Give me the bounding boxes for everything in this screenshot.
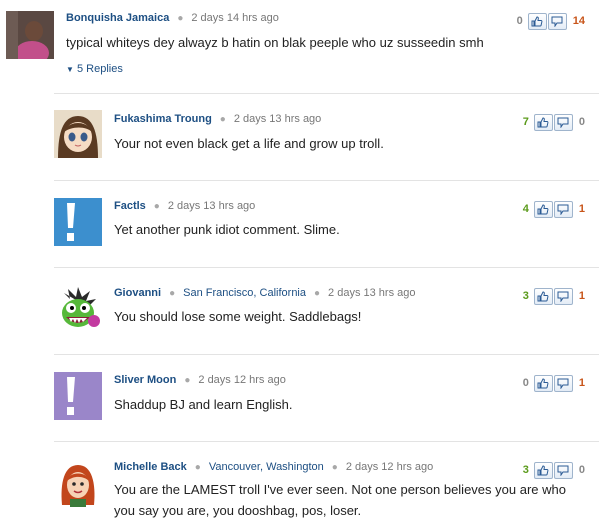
downvote-count: 1 [578, 290, 585, 302]
separator-dot-icon: ● [331, 462, 338, 473]
comment-meta: Sliver Moon ● 2 days 12 hrs ago [114, 374, 286, 386]
thumbs-up-button[interactable] [533, 461, 553, 479]
timestamp: 2 days 13 hrs ago [233, 113, 322, 125]
author-location: San Francisco, California [183, 287, 306, 299]
thumbs-down-button[interactable] [553, 200, 573, 218]
thumbs-down-button[interactable] [547, 12, 567, 30]
thumbs-up-icon [537, 464, 549, 475]
thumbs-down-icon [557, 378, 569, 389]
timestamp: 2 days 12 hrs ago [198, 374, 286, 386]
default-avatar-icon [54, 372, 102, 420]
thumbs-up-icon [537, 290, 549, 301]
author-name[interactable]: Factls [114, 200, 146, 212]
separator-dot-icon: ● [219, 114, 226, 125]
author-location: Vancouver, Washington [208, 461, 324, 473]
timestamp: 2 days 12 hrs ago [345, 461, 434, 473]
thumbs-down-button[interactable] [553, 113, 573, 131]
avatar[interactable] [54, 285, 102, 333]
comment-text: You should lose some weight. Saddlebags! [114, 309, 362, 324]
thumbs-down-icon [557, 204, 569, 215]
thumbs-up-button[interactable] [527, 12, 547, 30]
avatar[interactable] [54, 198, 102, 246]
comment-text: Shaddup BJ and learn English. [114, 397, 293, 412]
downvote-count: 1 [578, 203, 585, 215]
avatar[interactable] [6, 11, 54, 59]
thumbs-up-button[interactable] [533, 287, 553, 305]
monster-avatar-icon [54, 285, 102, 333]
downvote-count: 14 [572, 15, 585, 27]
vote-box: 3 1 [523, 287, 585, 305]
reply: Factls ● 2 days 13 hrs ago Yet another pun… [54, 180, 599, 267]
upvote-count: 7 [522, 116, 529, 128]
avatar[interactable] [54, 110, 102, 158]
thumbs-down-button[interactable] [553, 374, 573, 392]
separator-dot-icon: ● [194, 462, 201, 473]
thumbs-up-icon [537, 116, 549, 127]
separator-dot-icon: ● [177, 13, 184, 24]
thumbs-up-icon [537, 203, 549, 214]
separator-dot-icon: ● [314, 288, 321, 299]
upvote-count: 0 [522, 377, 529, 389]
thumbs-down-icon [551, 16, 563, 27]
thumbs-down-icon [557, 117, 569, 128]
replies-label: 5 Replies [76, 63, 123, 75]
thumbs-up-icon [537, 377, 549, 388]
vote-box: 4 1 [523, 200, 585, 218]
thumbs-up-button[interactable] [533, 374, 553, 392]
comment-top: Bonquisha Jamaica ● 2 days 14 hrs ago typi… [0, 0, 599, 92]
reply: Giovanni ● San Francisco, California ● 2 day… [54, 267, 599, 354]
comment-meta: Giovanni ● San Francisco, California ● 2 day… [114, 287, 416, 299]
separator-dot-icon: ● [184, 375, 191, 386]
comment-text: Yet another punk idiot comment. Slime. [114, 222, 340, 237]
downvote-count: 0 [578, 464, 585, 476]
separator-dot-icon: ● [169, 288, 176, 299]
comment-text: You are the LAMEST troll I've ever seen.… [114, 482, 566, 518]
comment-meta: Fukashima Troung ● 2 days 13 hrs ago [114, 113, 321, 125]
upvote-count: 3 [522, 290, 529, 302]
author-name[interactable]: Fukashima Troung [114, 113, 212, 125]
avatar[interactable] [54, 372, 102, 420]
downvote-count: 0 [578, 116, 585, 128]
author-name[interactable]: Michelle Back [114, 461, 187, 473]
thumbs-up-icon [531, 15, 543, 26]
vote-box: 3 0 [523, 461, 585, 479]
vote-box: 0 14 [517, 12, 585, 30]
comment-text: Your not even black get a life and grow … [114, 136, 384, 151]
upvote-count: 4 [522, 203, 529, 215]
author-name[interactable]: Sliver Moon [114, 374, 176, 386]
thumbs-up-button[interactable] [533, 113, 553, 131]
redhead-avatar-icon [54, 459, 102, 507]
triangle-down-icon: ▼ [66, 65, 74, 74]
thumbs-down-button[interactable] [553, 287, 573, 305]
vote-box: 0 1 [523, 374, 585, 392]
vote-box: 7 0 [523, 113, 585, 131]
comment-meta: Michelle Back ● Vancouver, Washington ● 2 da… [114, 461, 433, 473]
reply: Fukashima Troung ● 2 days 13 hrs ago Your … [54, 93, 599, 180]
user-photo-icon [6, 11, 54, 59]
comment-text: typical whiteys dey alwayz b hatin on bl… [66, 35, 484, 50]
author-name[interactable]: Bonquisha Jamaica [66, 12, 169, 24]
default-avatar-icon [54, 198, 102, 246]
downvote-count: 1 [578, 377, 585, 389]
comment-meta: Factls ● 2 days 13 hrs ago [114, 200, 255, 212]
thumbs-down-button[interactable] [553, 461, 573, 479]
author-name[interactable]: Giovanni [114, 287, 161, 299]
upvote-count: 0 [516, 15, 523, 27]
reply: Michelle Back ● Vancouver, Washington ● 2 da… [54, 441, 599, 530]
reply: Sliver Moon ● 2 days 12 hrs ago Shaddup BJ… [54, 354, 599, 441]
separator-dot-icon: ● [153, 201, 160, 212]
anime-avatar-icon [54, 110, 102, 158]
thumbs-down-icon [557, 465, 569, 476]
thumbs-down-icon [557, 291, 569, 302]
upvote-count: 3 [522, 464, 529, 476]
timestamp: 2 days 13 hrs ago [167, 200, 256, 212]
timestamp: 2 days 14 hrs ago [191, 12, 279, 24]
replies-toggle[interactable]: ▼ 5 Replies [66, 63, 123, 75]
comment-meta: Bonquisha Jamaica ● 2 days 14 hrs ago [66, 12, 279, 24]
thumbs-up-button[interactable] [533, 200, 553, 218]
avatar[interactable] [54, 459, 102, 507]
timestamp: 2 days 13 hrs ago [328, 287, 416, 299]
